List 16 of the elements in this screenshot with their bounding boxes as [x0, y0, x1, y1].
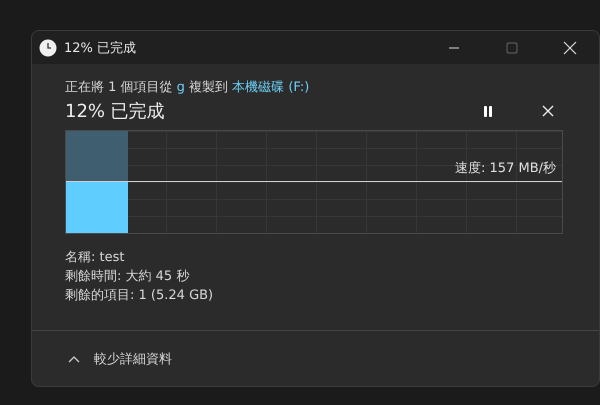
detail-text: 名稱: test [65, 249, 126, 267]
window-title: 12% 已完成 [64, 40, 138, 56]
detail-text: 剩餘時間: 大約 45 秒 [65, 268, 190, 286]
close-icon [563, 40, 577, 54]
details-toggle[interactable]: 較少詳細資料 [68, 350, 172, 368]
location-link[interactable]: 本機磁碟 (F:) [232, 80, 310, 95]
progress-title: 12% 已完成 [65, 100, 166, 123]
location-link[interactable]: g [176, 80, 185, 95]
detail-text: 剩餘的項目: 1 (5.24 GB) [65, 287, 214, 305]
pause-icon [483, 106, 493, 116]
speed-label: 速度: 157 MB/秒 [455, 160, 556, 177]
copy-description: 正在將 1 個項目從 g 複製到 本機磁碟 (F:) [65, 79, 310, 96]
close-icon [542, 105, 554, 117]
clock-icon [39, 38, 57, 56]
chevron-up-icon [68, 354, 80, 362]
maximize-icon [506, 42, 518, 54]
